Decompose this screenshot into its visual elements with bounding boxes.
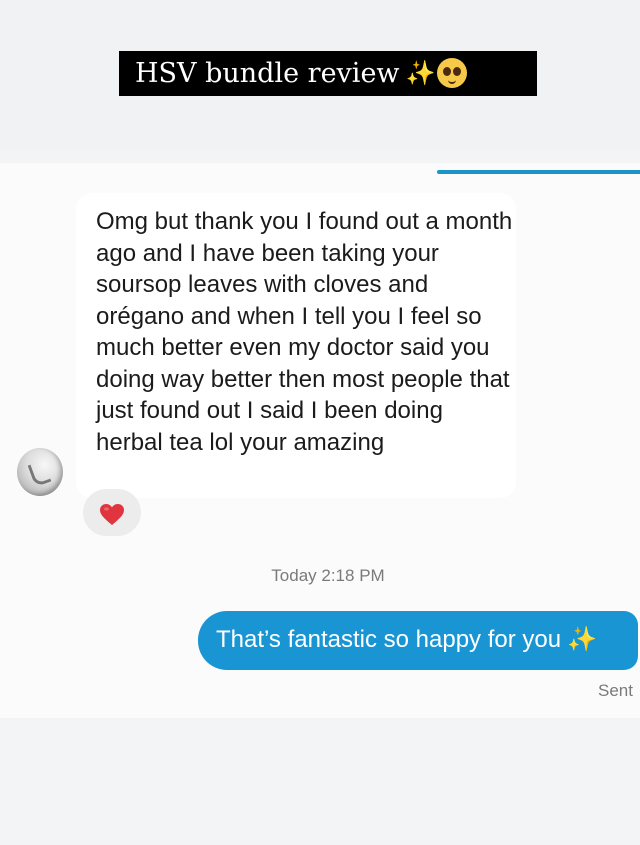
avatar[interactable] [17,448,63,496]
page-title: HSV bundle review [135,58,400,89]
red-heart-icon [100,504,124,525]
outgoing-message-label: That’s fantastic so happy for you [216,626,562,653]
title-banner: HSV bundle review ✨ [119,51,537,96]
divider-line [437,170,640,174]
sent-status: Sent [598,681,633,700]
incoming-message-text: Omg but thank you I found out a month ag… [96,208,513,456]
pleading-face-icon [437,58,468,88]
sparkles-icon: ✨ [405,59,436,87]
outgoing-message-text: That’s fantastic so happy for you ✨ [216,624,597,656]
sparkles-icon: ✨ [567,626,597,653]
message-timestamp: Today 2:18 PM [271,566,385,585]
